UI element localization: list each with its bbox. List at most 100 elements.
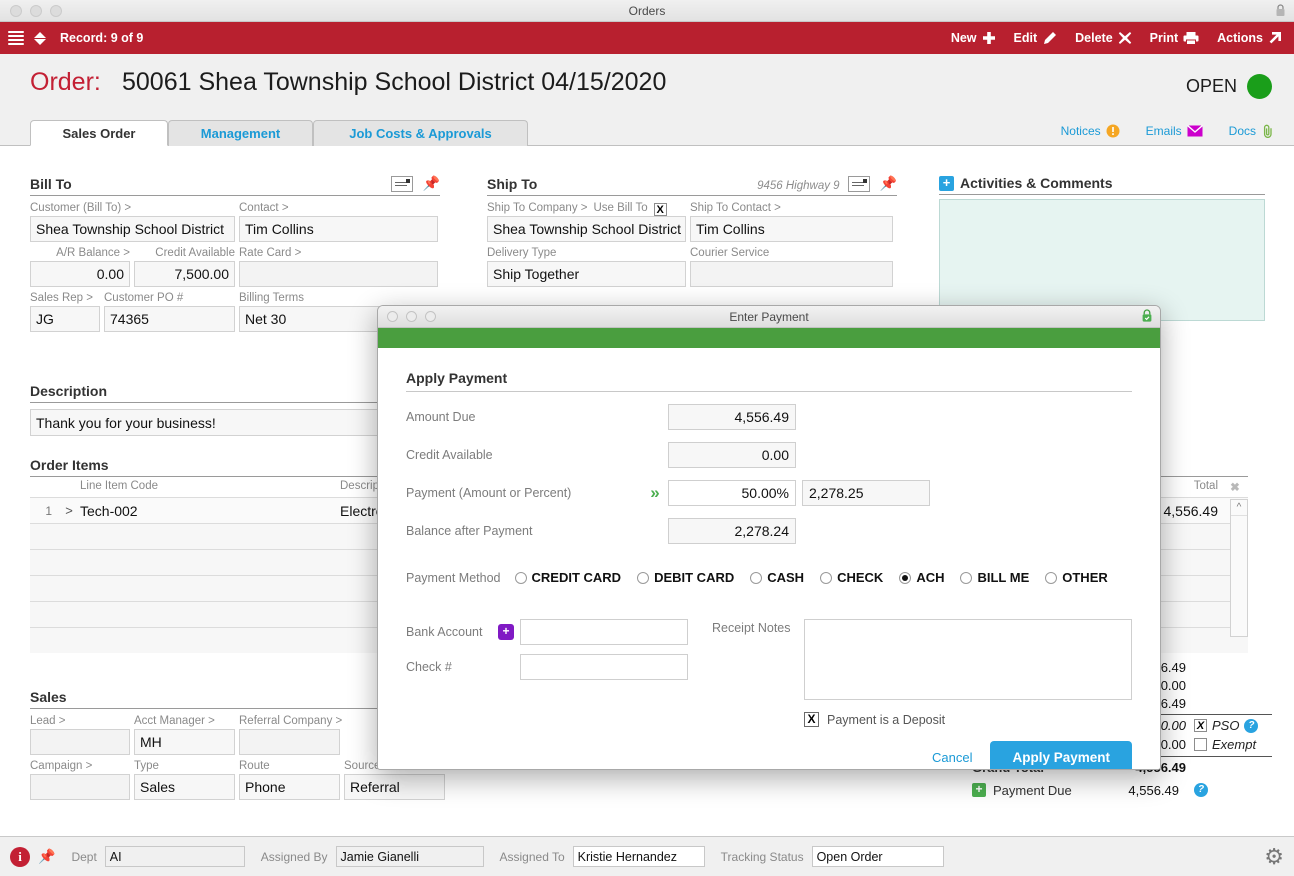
assigned-by-field[interactable]: Jamie Gianelli bbox=[335, 846, 484, 867]
payment-method-debit-card[interactable]: DEBIT CARD bbox=[637, 570, 734, 585]
customer-po-field[interactable]: 74365 bbox=[104, 306, 235, 332]
amount-due-row: Amount Due 4,556.49 bbox=[406, 404, 1132, 430]
edit-button[interactable]: Edit bbox=[1014, 31, 1058, 45]
payment-is-deposit-checkbox[interactable]: X bbox=[804, 712, 819, 727]
gear-icon[interactable]: ⚙ bbox=[1264, 844, 1284, 870]
pin-icon[interactable]: 📌 bbox=[423, 175, 440, 192]
route-field[interactable]: Phone bbox=[239, 774, 340, 800]
bank-account-label: Bank Account bbox=[406, 625, 483, 639]
warning-icon bbox=[1106, 124, 1120, 138]
order-items-scrollbar[interactable]: ^ bbox=[1230, 499, 1248, 637]
contact-field[interactable]: Tim Collins bbox=[239, 216, 438, 242]
ar-balance-field[interactable]: 0.00 bbox=[30, 261, 130, 287]
row-expand-icon[interactable]: > bbox=[58, 503, 80, 518]
sales-title: Sales bbox=[30, 689, 67, 705]
dialog-buttons: Cancel Apply Payment bbox=[804, 741, 1132, 769]
apply-payment-button[interactable]: Apply Payment bbox=[990, 741, 1132, 769]
radio-icon[interactable] bbox=[750, 571, 763, 584]
radio-icon[interactable] bbox=[1045, 571, 1058, 584]
courier-service-field[interactable] bbox=[690, 261, 893, 287]
exempt-checkbox[interactable] bbox=[1194, 737, 1207, 751]
add-payment-icon[interactable]: + bbox=[972, 783, 986, 797]
record-toolbar: Record: 9 of 9 New Edit Delete Print Act… bbox=[0, 22, 1294, 54]
ship-to-note-icon[interactable] bbox=[847, 175, 870, 192]
dept-field[interactable]: AI bbox=[104, 846, 245, 867]
customer-bill-to-field[interactable]: Shea Township School District bbox=[30, 216, 235, 242]
check-number-input[interactable] bbox=[520, 654, 688, 680]
plus-icon[interactable]: + bbox=[939, 175, 954, 191]
ship-to-address-note: 9456 Highway 9 bbox=[757, 180, 840, 192]
delete-button[interactable]: Delete bbox=[1075, 31, 1132, 45]
source-field[interactable]: Referral bbox=[344, 774, 445, 800]
use-bill-to-label: Use Bill To bbox=[593, 202, 648, 214]
ship-to-company-field[interactable]: Shea Township School District bbox=[487, 216, 686, 242]
payment-method-other[interactable]: OTHER bbox=[1045, 570, 1108, 585]
help-icon[interactable]: ? bbox=[1244, 718, 1259, 733]
actions-button[interactable]: Actions bbox=[1217, 31, 1282, 45]
tab-sales-order[interactable]: Sales Order bbox=[30, 120, 168, 146]
activities-content-box[interactable] bbox=[939, 199, 1265, 321]
x-icon bbox=[1118, 32, 1131, 44]
pin-icon[interactable]: 📌 bbox=[38, 848, 55, 865]
payment-due-row[interactable]: + Payment Due 4,556.49 ? bbox=[972, 778, 1272, 802]
tracking-status-field[interactable]: Open Order bbox=[811, 846, 944, 867]
payment-method-credit-card[interactable]: CREDIT CARD bbox=[514, 570, 621, 585]
use-bill-to-checkbox[interactable]: X bbox=[653, 202, 667, 216]
delivery-type-field[interactable]: Ship Together bbox=[487, 261, 686, 287]
bill-to-header: Bill To 📌 bbox=[30, 175, 440, 196]
type-field[interactable]: Sales bbox=[134, 774, 235, 800]
payment-percent-input[interactable]: 50.00% bbox=[668, 480, 796, 506]
pin-icon[interactable]: 📌 bbox=[880, 175, 897, 192]
credit-available-field[interactable]: 7,500.00 bbox=[134, 261, 235, 287]
lead-field[interactable] bbox=[30, 729, 130, 755]
scroll-up-icon[interactable]: ^ bbox=[1231, 500, 1247, 516]
add-bank-account-icon[interactable]: + bbox=[498, 624, 514, 640]
tab-management[interactable]: Management bbox=[168, 120, 313, 146]
pso-checkbox[interactable]: X bbox=[1194, 719, 1207, 732]
window-title: Orders bbox=[628, 3, 666, 18]
bank-account-row: Bank Account + bbox=[406, 619, 712, 645]
payment-method-check[interactable]: CHECK bbox=[820, 570, 883, 585]
info-icon[interactable]: i bbox=[10, 846, 30, 867]
sales-rep-field[interactable]: JG bbox=[30, 306, 100, 332]
close-column-icon[interactable]: ✖ bbox=[1222, 480, 1248, 494]
radio-icon[interactable] bbox=[820, 571, 833, 584]
payment-amount-field[interactable]: 2,278.25 bbox=[802, 480, 930, 506]
deposit-row[interactable]: X Payment is a Deposit bbox=[804, 712, 1132, 727]
customer-po-label: Customer PO # bbox=[104, 292, 184, 304]
ship-to-header: Ship To 9456 Highway 9 📌 bbox=[487, 175, 897, 196]
bank-account-input[interactable] bbox=[520, 619, 688, 645]
ship-to-title: Ship To bbox=[487, 176, 538, 192]
referral-company-field[interactable] bbox=[239, 729, 340, 755]
docs-link[interactable]: Docs bbox=[1229, 124, 1274, 138]
payment-due-label: Payment Due bbox=[993, 782, 1072, 798]
emails-link[interactable]: Emails bbox=[1146, 124, 1203, 138]
radio-icon[interactable] bbox=[637, 571, 650, 584]
radio-icon-selected[interactable] bbox=[899, 571, 912, 584]
notices-link[interactable]: Notices bbox=[1061, 124, 1120, 138]
payment-method-cash[interactable]: CASH bbox=[750, 570, 804, 585]
courier-service-label: Courier Service bbox=[690, 247, 770, 259]
acct-manager-field[interactable]: MH bbox=[134, 729, 235, 755]
pso-label: PSO bbox=[1212, 718, 1240, 733]
assigned-to-field[interactable]: Kristie Hernandez bbox=[572, 846, 705, 867]
campaign-field[interactable] bbox=[30, 774, 130, 800]
radio-icon[interactable] bbox=[514, 571, 527, 584]
acct-manager-label: Acct Manager > bbox=[134, 715, 215, 727]
help-icon[interactable]: ? bbox=[1194, 783, 1208, 797]
double-chevron-right-icon[interactable]: » bbox=[642, 483, 668, 503]
radio-icon[interactable] bbox=[960, 571, 973, 584]
cancel-button[interactable]: Cancel bbox=[932, 750, 972, 765]
ship-to-contact-field[interactable]: Tim Collins bbox=[690, 216, 893, 242]
up-down-arrows-icon[interactable] bbox=[34, 31, 46, 45]
bill-to-note-icon[interactable] bbox=[390, 175, 413, 192]
print-button[interactable]: Print bbox=[1150, 31, 1199, 45]
rate-card-field[interactable] bbox=[239, 261, 438, 287]
receipt-notes-textarea[interactable] bbox=[804, 619, 1132, 700]
payment-method-bill-me[interactable]: BILL ME bbox=[960, 570, 1029, 585]
tab-job-costs-approvals[interactable]: Job Costs & Approvals bbox=[313, 120, 528, 146]
hamburger-icon[interactable] bbox=[8, 31, 24, 45]
credit-available-label: Credit Available bbox=[155, 247, 235, 259]
new-button[interactable]: New bbox=[951, 31, 996, 45]
payment-method-ach[interactable]: ACH bbox=[899, 570, 944, 585]
